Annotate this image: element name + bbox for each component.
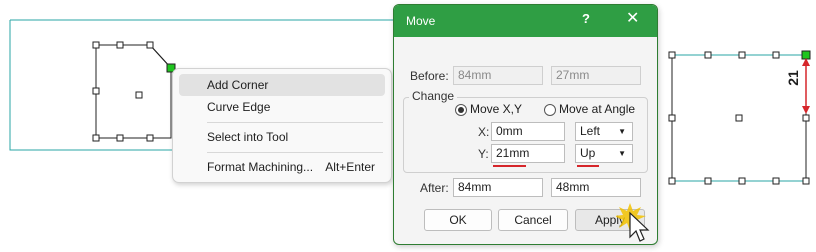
handle[interactable]	[92, 41, 100, 49]
handle[interactable]	[772, 177, 780, 185]
shape-left[interactable]	[95, 44, 172, 139]
y-direction-value: Up	[580, 146, 596, 160]
handle[interactable]	[772, 51, 780, 59]
cancel-button[interactable]: Cancel	[498, 209, 568, 231]
menu-item-curve-edge[interactable]: Curve Edge	[179, 96, 385, 118]
handle[interactable]	[146, 134, 154, 142]
before-y-field: 27mm	[551, 66, 641, 85]
before-label: Before:	[410, 69, 449, 83]
x-direction-value: Left	[580, 124, 601, 138]
after-y-field[interactable]: 48mm	[551, 178, 641, 197]
handle[interactable]	[738, 51, 746, 59]
handle[interactable]	[802, 114, 810, 122]
menu-item-format-machining[interactable]: Format Machining... Alt+Enter	[179, 156, 385, 178]
menu-item-select-into-tool[interactable]: Select into Tool	[179, 126, 385, 148]
handle[interactable]	[668, 114, 676, 122]
handle[interactable]	[704, 51, 712, 59]
handle[interactable]	[668, 177, 676, 185]
menu-item-label: Format Machining...	[207, 160, 314, 174]
dialog-title: Move	[406, 14, 436, 28]
before-x-field: 84mm	[453, 66, 543, 85]
dimension-label: 21	[784, 70, 801, 86]
handle[interactable]	[146, 41, 154, 49]
move-dialog: Move ? ✕ Before: 84mm 27mm Change Move X…	[393, 4, 658, 245]
after-label: After:	[420, 181, 449, 195]
shape-left-handles[interactable]	[92, 41, 154, 142]
handle[interactable]	[802, 177, 810, 185]
radio-move-xy[interactable]	[455, 104, 467, 116]
handle[interactable]	[92, 87, 100, 95]
y-direction-highlight	[577, 165, 599, 167]
help-icon[interactable]: ?	[582, 11, 590, 26]
handle[interactable]	[116, 134, 124, 142]
after-x-field[interactable]: 84mm	[453, 178, 543, 197]
ok-button[interactable]: OK	[424, 209, 492, 231]
handle[interactable]	[135, 91, 143, 99]
chevron-down-icon: ▼	[618, 149, 626, 158]
chevron-down-icon: ▼	[618, 127, 626, 136]
x-label: X:	[478, 125, 490, 139]
x-direction-select[interactable]: Left ▼	[575, 122, 633, 141]
menu-item-label: Select into Tool	[207, 130, 289, 144]
handle[interactable]	[704, 177, 712, 185]
y-direction-select[interactable]: Up ▼	[575, 144, 633, 163]
y-label: Y:	[478, 147, 489, 161]
radio-move-angle-label[interactable]: Move at Angle	[559, 102, 635, 116]
dimension-arrow-head-bottom	[802, 106, 810, 114]
handle[interactable]	[92, 134, 100, 142]
dialog-titlebar[interactable]: Move ? ✕	[394, 5, 657, 37]
x-offset-field[interactable]: 0mm	[491, 122, 565, 141]
handle[interactable]	[668, 51, 676, 59]
handle[interactable]	[738, 177, 746, 185]
workpiece-outline-left	[9, 20, 172, 151]
menu-item-label: Add Corner	[207, 78, 269, 92]
menu-separator	[207, 152, 383, 153]
context-menu: Add Corner Curve Edge Select into Tool F…	[172, 68, 392, 183]
close-icon[interactable]: ✕	[626, 8, 639, 28]
menu-item-add-corner[interactable]: Add Corner	[179, 74, 385, 96]
y-offset-field[interactable]: 21mm	[491, 144, 565, 163]
click-indicator-icon	[616, 203, 650, 242]
radio-move-xy-label[interactable]: Move X,Y	[470, 102, 522, 116]
radio-move-angle[interactable]	[544, 104, 556, 116]
menu-item-label: Curve Edge	[207, 100, 271, 114]
change-group-label: Change	[409, 89, 458, 103]
y-offset-highlight	[493, 165, 526, 167]
menu-separator	[207, 122, 383, 123]
handle[interactable]	[735, 114, 743, 122]
handle[interactable]	[116, 41, 124, 49]
menu-item-shortcut: Alt+Enter	[325, 160, 375, 174]
selected-corner-handle-right[interactable]	[801, 50, 811, 60]
